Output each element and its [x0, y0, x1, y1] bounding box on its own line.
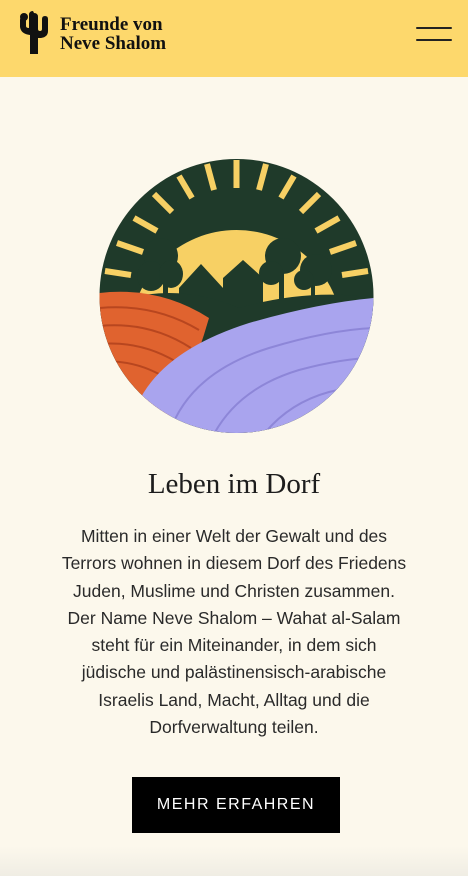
site-logo[interactable]: Freunde von Neve Shalom [14, 10, 166, 58]
bottom-divider [0, 846, 468, 876]
intro-line: steht für ein Miteinander, in dem sich [91, 635, 377, 656]
logo-text: Freunde von Neve Shalom [60, 15, 166, 53]
intro-line: Juden, Muslime und Christen zusammen. [73, 580, 395, 601]
hamburger-menu-icon-bar-top [416, 27, 452, 29]
intro-line: Israelis Land, Macht, Alltag und die [98, 689, 370, 710]
logo-line-1: Freunde von [60, 14, 163, 35]
intro-line: Der Name Neve Shalom – Wahat al-Salam [67, 607, 401, 628]
intro-line: Terrors wohnen in diesem Dorf des Friede… [61, 553, 407, 574]
hamburger-menu-icon-bar-bottom [416, 39, 452, 41]
site-header: Freunde von Neve Shalom [0, 0, 468, 77]
intro-line: Mitten in einer Welt der Gewalt und des [80, 526, 388, 546]
intro-paragraph: Mitten in einer Welt der Gewalt und des … [54, 523, 414, 741]
intro-line: jüdische und palästinensisch-arabische [81, 662, 387, 683]
logo-line-2: Neve Shalom [60, 33, 167, 54]
hamburger-menu-button[interactable] [416, 26, 452, 44]
cactus-logo-icon [20, 11, 48, 54]
learn-more-button[interactable]: MEHR ERFAHREN [132, 777, 340, 833]
page-title: Leben im Dorf [147, 468, 321, 500]
intro-line: Dorfverwaltung teilen. [149, 717, 319, 738]
village-illustration [99, 159, 374, 433]
